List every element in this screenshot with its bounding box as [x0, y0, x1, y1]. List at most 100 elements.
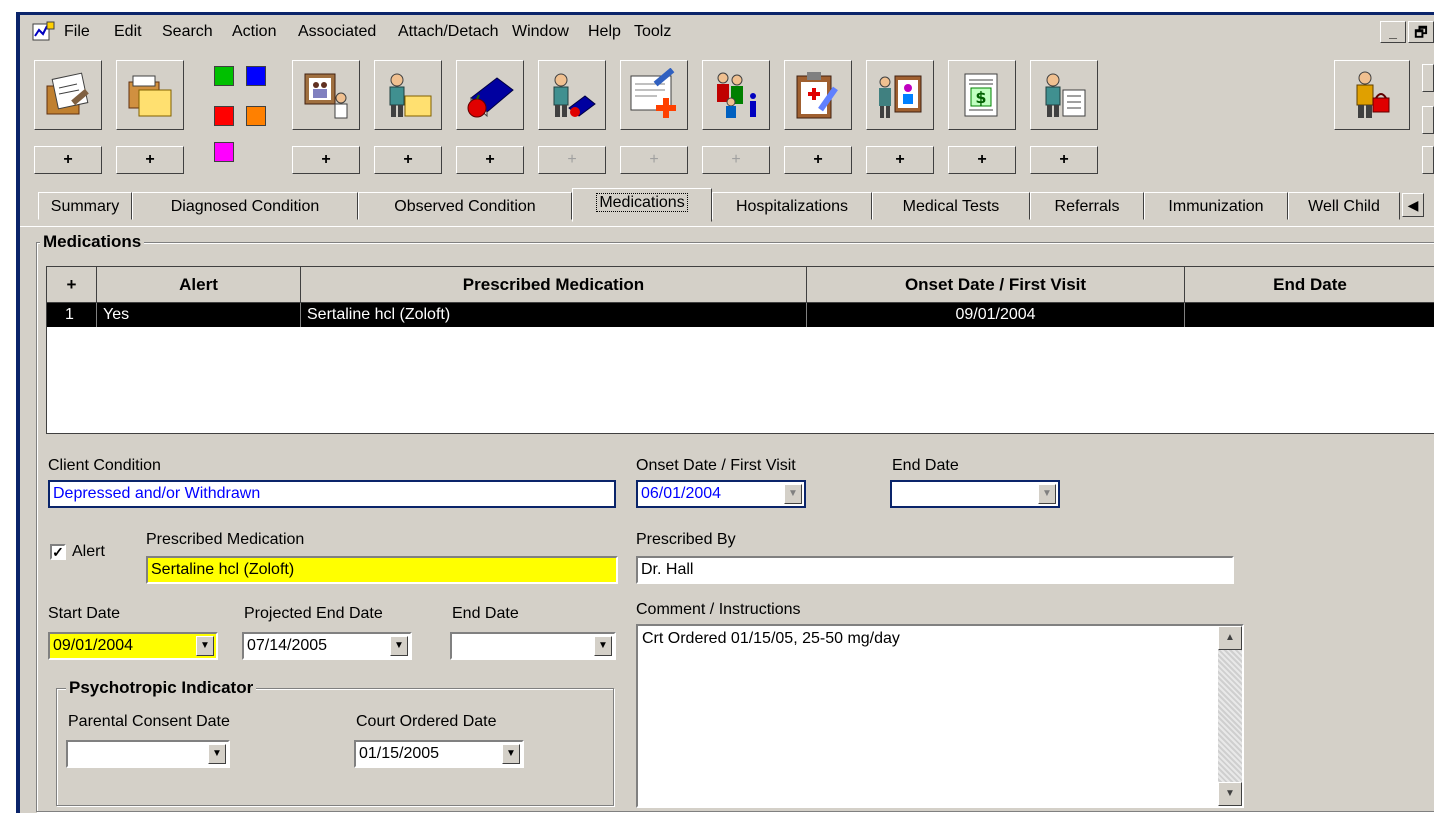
start-date-dropdown[interactable]: 09/01/2004 ▼: [48, 632, 218, 660]
column-header-medication[interactable]: Prescribed Medication: [301, 267, 807, 303]
onset-date-dropdown[interactable]: 06/01/2004 ▼: [636, 480, 806, 508]
add-note-add-button: +: [620, 146, 688, 174]
column-header-add[interactable]: +: [47, 267, 97, 303]
toolbar: $ + + + + + + + + + + + +: [20, 52, 1434, 180]
chevron-down-icon[interactable]: ▼: [784, 484, 802, 504]
alert-checkbox[interactable]: ✓: [50, 544, 66, 560]
chevron-down-icon[interactable]: ▼: [390, 636, 408, 656]
magenta-swatch[interactable]: [214, 142, 234, 162]
court-ordered-dropdown[interactable]: 01/15/2005 ▼: [354, 740, 524, 768]
chevron-down-icon[interactable]: ▼: [208, 744, 226, 764]
minimize-button[interactable]: _: [1380, 21, 1406, 43]
chevron-down-icon[interactable]: ▼: [196, 636, 214, 656]
projected-end-date-dropdown[interactable]: 07/14/2005 ▼: [242, 632, 412, 660]
family-info-add-button: +: [702, 146, 770, 174]
add-note-icon: [630, 68, 676, 118]
notes-button[interactable]: [34, 60, 102, 130]
toolbar-side-button-3[interactable]: [1422, 146, 1434, 174]
tab-observed-condition[interactable]: Observed Condition: [358, 192, 572, 220]
prescribed-medication-field[interactable]: Sertaline hcl (Zoloft): [146, 556, 618, 584]
comment-label: Comment / Instructions: [636, 601, 801, 618]
tab-medications-label: Medications: [596, 193, 688, 212]
start-date-value: 09/01/2004: [53, 637, 134, 654]
restore-button[interactable]: 🗗: [1408, 21, 1434, 43]
family-info-button[interactable]: [702, 60, 770, 130]
prescribed-by-field[interactable]: Dr. Hall: [636, 556, 1234, 584]
tab-summary[interactable]: Summary: [38, 192, 132, 220]
orange-swatch[interactable]: [246, 106, 266, 126]
start-date-label: Start Date: [48, 605, 121, 622]
menu-help[interactable]: Help: [588, 22, 621, 42]
comment-scrollbar[interactable]: ▲ ▼: [1218, 626, 1242, 806]
tab-diagnosed-condition[interactable]: Diagnosed Condition: [132, 192, 358, 220]
chevron-down-icon[interactable]: ▼: [1038, 484, 1056, 504]
menu-toolz[interactable]: Toolz: [634, 22, 671, 42]
column-header-alert[interactable]: Alert: [97, 267, 301, 303]
application-window: File Edit Search Action Associated Attac…: [0, 0, 1434, 813]
finance-sheet-add-button[interactable]: +: [948, 146, 1016, 174]
parental-consent-dropdown[interactable]: ▼: [66, 740, 230, 768]
folders-add-button[interactable]: +: [116, 146, 184, 174]
tab-immunization[interactable]: Immunization: [1144, 192, 1288, 220]
menu-edit[interactable]: Edit: [114, 22, 142, 42]
person-board-add-button[interactable]: +: [866, 146, 934, 174]
person-board-icon: [879, 75, 922, 118]
table-header: + Alert Prescribed Medication Onset Date…: [47, 267, 1434, 303]
folders-button[interactable]: [116, 60, 184, 130]
blue-swatch[interactable]: [246, 66, 266, 86]
end-date-2-label: End Date: [452, 605, 519, 622]
column-header-onset[interactable]: Onset Date / First Visit: [807, 267, 1185, 303]
book-apple-icon: [467, 77, 514, 118]
family-photo-button[interactable]: [292, 60, 360, 130]
person-board-button[interactable]: [866, 60, 934, 130]
menu-search[interactable]: Search: [162, 22, 213, 42]
add-note-button[interactable]: [620, 60, 688, 130]
svg-text:$: $: [975, 88, 986, 107]
end-date-2-dropdown[interactable]: ▼: [450, 632, 616, 660]
menu-attach-detach[interactable]: Attach/Detach: [398, 22, 499, 42]
menu-window[interactable]: Window: [512, 22, 569, 42]
chevron-down-icon[interactable]: ▼: [594, 636, 612, 656]
person-folder-add-button[interactable]: +: [374, 146, 442, 174]
medical-clipboard-button[interactable]: [784, 60, 852, 130]
tab-medical-tests[interactable]: Medical Tests: [872, 192, 1030, 220]
book-apple-add-button[interactable]: +: [456, 146, 524, 174]
tab-hospitalizations[interactable]: Hospitalizations: [712, 192, 872, 220]
comment-textarea[interactable]: Crt Ordered 01/15/05, 25-50 mg/day ▲ ▼: [636, 624, 1244, 808]
person-folder-icon: [389, 73, 432, 117]
psychotropic-group-title: Psychotropic Indicator: [66, 678, 257, 698]
client-condition-field[interactable]: Depressed and/or Withdrawn: [48, 480, 616, 508]
person-folder-button[interactable]: [374, 60, 442, 130]
chevron-down-icon[interactable]: ▼: [502, 744, 520, 764]
notes-add-button[interactable]: +: [34, 146, 102, 174]
person-list-add-button[interactable]: +: [1030, 146, 1098, 174]
tab-referrals[interactable]: Referrals: [1030, 192, 1144, 220]
menu-action[interactable]: Action: [232, 22, 276, 42]
app-icon[interactable]: [32, 21, 56, 43]
table-row[interactable]: 1 Yes Sertaline hcl (Zoloft) 09/01/2004: [47, 303, 1434, 327]
menu-file[interactable]: File: [64, 22, 90, 42]
finance-sheet-button[interactable]: $: [948, 60, 1016, 130]
end-date-dropdown[interactable]: ▼: [890, 480, 1060, 508]
scroll-up-icon[interactable]: ▲: [1218, 626, 1242, 650]
column-header-end-date[interactable]: End Date: [1185, 267, 1434, 303]
medical-clipboard-add-button[interactable]: +: [784, 146, 852, 174]
toolbar-side-button-1[interactable]: [1422, 64, 1434, 92]
green-swatch[interactable]: [214, 66, 234, 86]
row-onset: 09/01/2004: [807, 303, 1185, 327]
teacher-book-button[interactable]: [538, 60, 606, 130]
menu-associated[interactable]: Associated: [298, 22, 376, 42]
person-bag-button[interactable]: [1334, 60, 1410, 130]
book-apple-button[interactable]: [456, 60, 524, 130]
row-medication: Sertaline hcl (Zoloft): [301, 303, 807, 327]
red-swatch[interactable]: [214, 106, 234, 126]
family-photo-add-button[interactable]: +: [292, 146, 360, 174]
scroll-down-icon[interactable]: ▼: [1218, 782, 1242, 806]
tab-well-child[interactable]: Well Child: [1288, 192, 1400, 220]
tab-medications[interactable]: Medications: [572, 188, 712, 222]
alert-checkbox-label: Alert: [72, 543, 105, 560]
comment-value: Crt Ordered 01/15/05, 25-50 mg/day: [642, 630, 900, 647]
tab-scroll-left-button[interactable]: ◀: [1402, 193, 1424, 217]
person-list-button[interactable]: [1030, 60, 1098, 130]
toolbar-side-button-2[interactable]: [1422, 106, 1434, 134]
